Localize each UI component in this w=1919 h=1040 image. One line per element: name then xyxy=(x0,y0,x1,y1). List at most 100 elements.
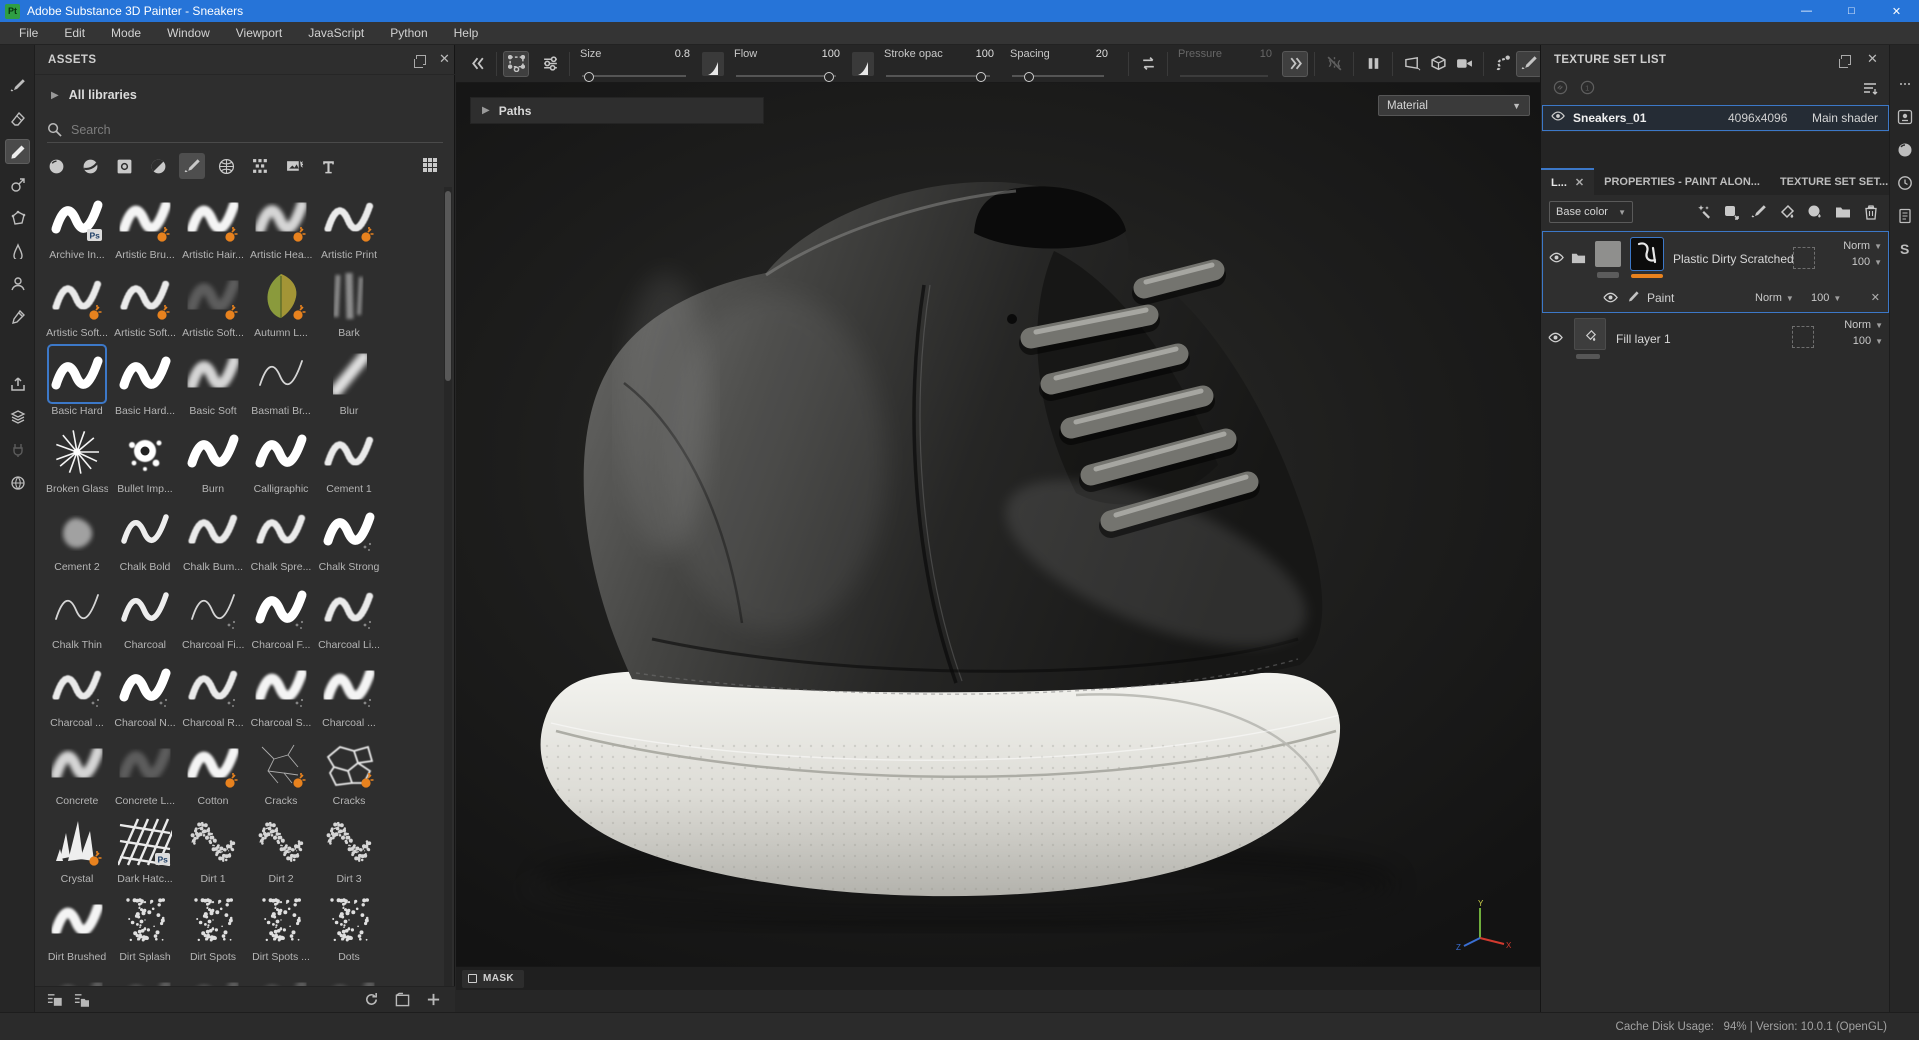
filter-stencils-icon[interactable] xyxy=(281,153,307,179)
brush-thumbnail[interactable] xyxy=(254,425,308,479)
brush-item-burn[interactable]: Burn xyxy=(182,425,244,495)
menu-python[interactable]: Python xyxy=(377,23,440,43)
brush-thumbnail[interactable] xyxy=(50,425,104,479)
brush-item-basic-hard[interactable]: Basic Hard xyxy=(46,347,108,417)
geometry-mode-icon[interactable] xyxy=(1425,51,1451,77)
brush-item-charcoal-r[interactable]: Charcoal R... xyxy=(182,659,244,729)
size-parameter[interactable]: Size 0.8 xyxy=(580,47,692,81)
mask-slot-icon[interactable] xyxy=(1792,326,1814,348)
brush-item-basmati-br[interactable]: Basmati Br... xyxy=(250,347,312,417)
brush-thumbnail[interactable] xyxy=(186,191,240,245)
layer-group-plastic-dirty-scratched[interactable]: Plastic Dirty Scratched Norm▼ 100▼ Paint… xyxy=(1542,231,1889,313)
paint-tool[interactable] xyxy=(5,73,30,98)
brush-thumbnail[interactable] xyxy=(322,815,376,869)
brush-item-dirt-spots[interactable]: Dirt Spots ... xyxy=(250,893,312,963)
brush-thumbnail[interactable] xyxy=(186,269,240,323)
minimize-button[interactable]: — xyxy=(1784,0,1829,22)
polygon-fill-tool[interactable] xyxy=(5,205,30,230)
texture-set-row[interactable]: Sneakers_01 4096x4096 Main shader xyxy=(1542,105,1889,131)
filter-fonts-icon[interactable] xyxy=(315,153,341,179)
camera-mode-icon[interactable] xyxy=(1451,51,1477,77)
brush-item-dirt-3[interactable]: Dirt 3 xyxy=(318,815,380,885)
add-fill-layer-icon[interactable] xyxy=(1776,201,1798,223)
paths-collapsible-bar[interactable]: ▶ Paths xyxy=(470,97,764,124)
menu-file[interactable]: File xyxy=(6,23,51,43)
brush-thumbnail[interactable] xyxy=(322,737,376,791)
filter-textures-icon[interactable] xyxy=(213,153,239,179)
texture-set-shader[interactable]: Main shader xyxy=(1812,111,1878,125)
brush-item-dirt-2[interactable]: Dirt 2 xyxy=(250,815,312,885)
blend-mode-dropdown[interactable]: Norm▼ xyxy=(1843,240,1882,252)
collapse-toolbar-icon[interactable] xyxy=(464,51,490,77)
brush-thumbnail[interactable] xyxy=(118,503,172,557)
brush-item-dirt-spots[interactable]: Dirt Spots xyxy=(182,893,244,963)
brush-item-dirt-1[interactable]: Dirt 1 xyxy=(182,815,244,885)
brush-item-dirt-brushed[interactable]: Dirt Brushed xyxy=(46,893,108,963)
brush-thumbnail[interactable] xyxy=(118,659,172,713)
blend-mode-dropdown[interactable]: Norm▼ xyxy=(1755,292,1794,304)
share-tool[interactable] xyxy=(5,470,30,495)
brush-item-artistic-print[interactable]: Artistic Print xyxy=(318,191,380,261)
new-shelf-icon[interactable] xyxy=(395,992,410,1007)
brush-item-broken-glass[interactable]: Broken Glass xyxy=(46,425,108,495)
close-tab-icon[interactable]: ✕ xyxy=(1575,176,1584,189)
layer-row-fill-layer-1[interactable]: Fill layer 1 Norm▼ 100▼ xyxy=(1542,313,1889,363)
eye-icon[interactable] xyxy=(1548,330,1563,350)
brush-thumbnail[interactable] xyxy=(50,737,104,791)
add-resource-icon[interactable] xyxy=(426,992,441,1007)
substance-share-icon[interactable]: S xyxy=(1894,238,1916,260)
brush-thumbnail[interactable] xyxy=(50,503,104,557)
brush-item-chalk-bum[interactable]: Chalk Bum... xyxy=(182,503,244,573)
brush-thumbnail[interactable] xyxy=(186,503,240,557)
add-folder-icon[interactable] xyxy=(1832,201,1854,223)
eye-icon[interactable] xyxy=(1551,109,1565,128)
sort-icon[interactable] xyxy=(1862,80,1878,101)
brush-item-charcoal[interactable]: Charcoal xyxy=(114,581,176,651)
brush-item-charcoal[interactable]: Charcoal ... xyxy=(318,659,380,729)
viewport-view-dropdown[interactable]: Material ▼ xyxy=(1378,95,1530,116)
brush-thumbnail[interactable] xyxy=(118,425,172,479)
brush-item-artistic-soft[interactable]: Artistic Soft... xyxy=(114,269,176,339)
export-tool[interactable] xyxy=(5,371,30,396)
grid-view-icon[interactable] xyxy=(418,153,442,177)
more-parameters-icon[interactable] xyxy=(1282,51,1308,77)
filter-brushes-icon[interactable] xyxy=(179,153,205,179)
brush-thumbnail[interactable] xyxy=(118,347,172,401)
display-mode-icon[interactable] xyxy=(1399,51,1425,77)
menu-window[interactable]: Window xyxy=(154,23,223,43)
filter-smart-materials-icon[interactable] xyxy=(77,153,103,179)
brush-thumbnail[interactable] xyxy=(186,425,240,479)
close-button[interactable]: ✕ xyxy=(1874,0,1919,22)
brush-item-calligraphic[interactable]: Calligraphic xyxy=(250,425,312,495)
menu-javascript[interactable]: JavaScript xyxy=(295,23,377,43)
brush-thumbnail[interactable] xyxy=(50,659,104,713)
sneaker-3d-model[interactable] xyxy=(456,83,1540,966)
brush-thumbnail[interactable] xyxy=(50,815,104,869)
brush-thumbnail[interactable]: Ps xyxy=(118,815,172,869)
eye-icon[interactable] xyxy=(1549,250,1564,270)
menu-edit[interactable]: Edit xyxy=(51,23,98,43)
filter-filters-icon[interactable] xyxy=(145,153,171,179)
menu-help[interactable]: Help xyxy=(441,23,492,43)
brush-item-chalk-spre[interactable]: Chalk Spre... xyxy=(250,503,312,573)
spacing-parameter[interactable]: Spacing 20 xyxy=(1010,47,1110,81)
history-icon[interactable] xyxy=(1894,172,1916,194)
brush-item-concrete-l[interactable]: Concrete L... xyxy=(114,737,176,807)
opacity-dropdown[interactable]: 100▼ xyxy=(1811,292,1841,304)
add-smart-material-icon[interactable] xyxy=(1804,201,1826,223)
brush-item-cotton[interactable]: Cotton xyxy=(182,737,244,807)
brush-thumbnail[interactable] xyxy=(186,347,240,401)
brush-item-charcoal-n[interactable]: Charcoal N... xyxy=(114,659,176,729)
brush-item-artistic-hair[interactable]: Artistic Hair... xyxy=(182,191,244,261)
dock-grip-icon[interactable] xyxy=(1894,73,1916,95)
float-panel-icon[interactable] xyxy=(416,55,426,65)
brush-item-artistic-hea[interactable]: Artistic Hea... xyxy=(250,191,312,261)
size-falloff-chip[interactable] xyxy=(702,52,724,76)
brush-item-artistic-soft[interactable]: Artistic Soft... xyxy=(46,269,108,339)
brush-thumbnail[interactable] xyxy=(254,893,308,947)
mask-slot-icon[interactable] xyxy=(1793,247,1815,269)
filter-materials-icon[interactable] xyxy=(43,153,69,179)
smudge-tool[interactable] xyxy=(5,238,30,263)
maximize-button[interactable]: □ xyxy=(1829,0,1874,22)
brush-thumbnail[interactable] xyxy=(50,347,104,401)
